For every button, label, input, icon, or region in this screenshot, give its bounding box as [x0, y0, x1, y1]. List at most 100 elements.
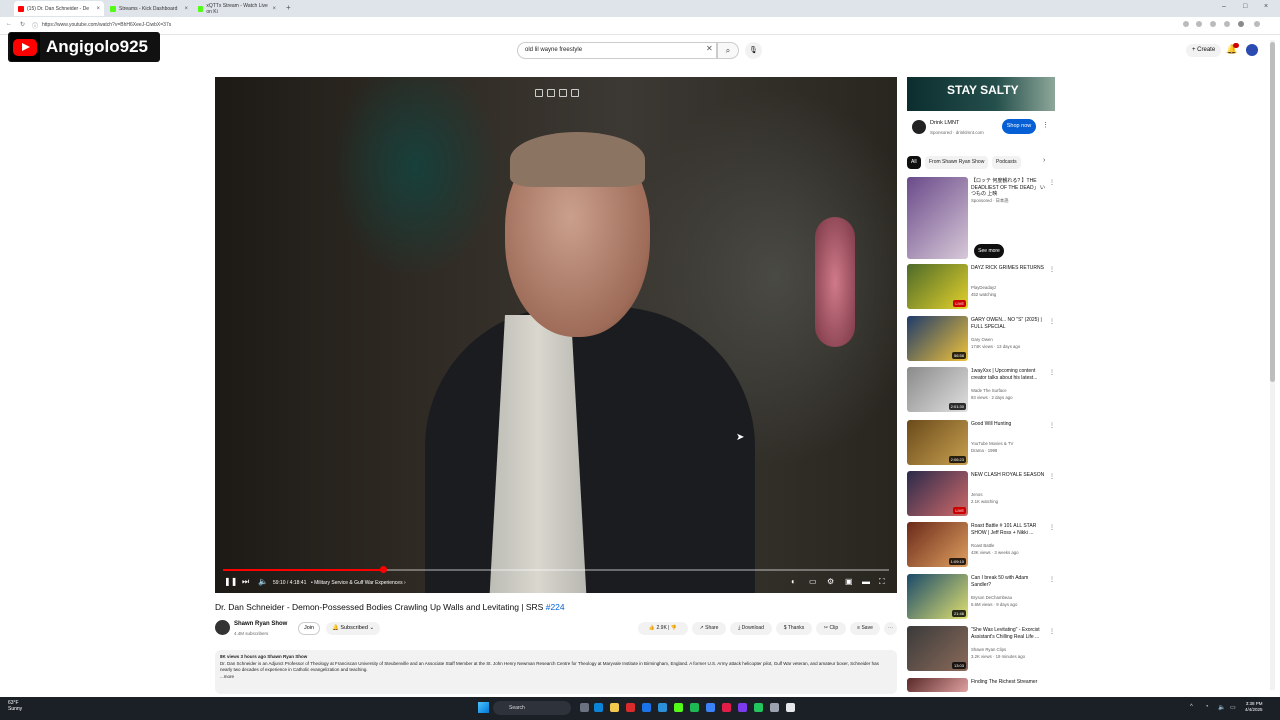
overlay-icon[interactable] [571, 89, 579, 97]
close-tab-icon[interactable]: × [272, 6, 276, 12]
app-icon[interactable] [722, 703, 731, 712]
video-menu-icon[interactable]: ⋮ [1049, 369, 1055, 376]
video-thumbnail[interactable] [907, 177, 968, 259]
subtitles-icon[interactable]: ▭ [809, 577, 817, 586]
thanks-button[interactable]: $ Thanks [776, 622, 812, 635]
app-icon[interactable] [690, 703, 699, 712]
video-thumbnail[interactable]: LIVE [907, 471, 968, 516]
tray-chevron-icon[interactable]: ^ [1190, 704, 1193, 710]
see-more-button[interactable]: See more [974, 244, 1004, 258]
channel-avatar[interactable] [215, 620, 230, 635]
video-menu-icon[interactable]: ⋮ [1049, 473, 1055, 480]
chip-podcasts[interactable]: Podcasts [992, 156, 1021, 169]
app-icon[interactable] [738, 703, 747, 712]
channel-name[interactable]: Gary Owen [971, 337, 1045, 343]
system-clock[interactable]: 3:38 PM 4/4/2025 [1245, 701, 1263, 713]
theater-mode-icon[interactable]: ▬ [862, 577, 870, 586]
voice-search-icon[interactable]: 🎙 [745, 42, 762, 59]
advertiser-logo[interactable] [912, 120, 926, 134]
video-thumbnail[interactable] [907, 678, 968, 692]
chrome-icon[interactable] [642, 703, 651, 712]
video-title[interactable]: 【ロッテ 何度観れる? 】THE DEADLIEST OF THE DEAD」 … [971, 178, 1045, 198]
volume-icon[interactable]: 🔈 [258, 577, 268, 586]
video-title[interactable]: Finding The Richest Streamer [971, 679, 1045, 686]
overlay-icon[interactable] [535, 89, 543, 97]
file-explorer-icon[interactable] [610, 703, 619, 712]
chapter-title[interactable]: • Military Service & Gulf War Experience… [311, 580, 406, 586]
video-title[interactable]: Roast Battle # 101 ALL STAR SHOW | Jeff … [971, 523, 1045, 536]
tab-kick-stream[interactable]: xQTTx Stream - Watch Live on Ki × [194, 1, 280, 16]
overlay-icon[interactable] [559, 89, 567, 97]
save-button[interactable]: ≡ Save [850, 622, 880, 635]
wifi-icon[interactable]: ◔ [1205, 704, 1209, 710]
site-info-icon[interactable]: ⓘ [32, 21, 38, 30]
weather-widget[interactable]: 63°F Sunny [8, 700, 22, 712]
video-title[interactable]: GARY OWEN... NO "S" (2025) | FULL SPECIA… [971, 317, 1045, 330]
description-box[interactable]: 8K views 3 hours ago Shawn Ryan Show Dr.… [215, 650, 897, 694]
video-thumbnail[interactable]: 21:46 [907, 574, 968, 619]
settings-gear-icon[interactable]: ⚙ [827, 577, 834, 586]
profile-icon[interactable] [1238, 21, 1244, 27]
overlay-icon[interactable] [547, 89, 555, 97]
chevron-right-icon[interactable]: › [1043, 157, 1045, 164]
join-button[interactable]: Join [298, 622, 320, 635]
autoplay-toggle-icon[interactable]: ◐ [791, 577, 796, 586]
close-window-icon[interactable]: × [1264, 3, 1268, 10]
video-thumbnail[interactable]: LIVE [907, 264, 968, 309]
video-title[interactable]: Good Will Hunting [971, 421, 1045, 428]
back-icon[interactable]: ← [6, 21, 12, 27]
channel-name[interactable]: Jenos [971, 492, 1045, 498]
app-icon[interactable] [770, 703, 779, 712]
windows-start-icon[interactable] [478, 702, 489, 713]
progress-bar[interactable] [223, 566, 889, 573]
ad-banner[interactable]: STAY SALTY [907, 77, 1055, 111]
fullscreen-icon[interactable]: ⛶ [879, 577, 885, 587]
menu-icon[interactable] [1254, 21, 1260, 27]
speaker-icon[interactable]: 🔈 [1218, 704, 1225, 711]
video-thumbnail[interactable]: 13:03 [907, 626, 968, 671]
close-tab-icon[interactable]: × [184, 6, 188, 12]
battery-icon[interactable]: ▭ [1230, 704, 1236, 711]
scrubber-handle[interactable] [379, 566, 387, 573]
task-view-icon[interactable] [580, 703, 589, 712]
tab-youtube[interactable]: (15) Dr. Dan Schneider - De × [14, 1, 104, 16]
app-icon[interactable] [754, 703, 763, 712]
tab-kick-dashboard[interactable]: Streams - Kick Dashboard × [106, 1, 192, 16]
maximize-icon[interactable]: □ [1243, 3, 1247, 10]
scrollbar-thumb[interactable] [1270, 42, 1275, 382]
channel-name[interactable]: Bryson DeChambeau [971, 595, 1045, 601]
app-icon[interactable] [706, 703, 715, 712]
video-menu-icon[interactable]: ⋮ [1049, 266, 1055, 273]
video-thumbnail[interactable]: 2:01:30 [907, 367, 968, 412]
clear-search-icon[interactable]: ✕ [706, 44, 713, 53]
video-title[interactable]: 1wayXxx | Upcoming content creator talks… [971, 368, 1045, 381]
extension-icon[interactable] [1210, 21, 1216, 27]
video-player[interactable]: ❚❚ ⏭ 🔈 59:10 / 4:18:41 • Military Servic… [215, 77, 897, 593]
reload-icon[interactable]: ↻ [20, 21, 25, 28]
app-icon[interactable] [626, 703, 635, 712]
video-menu-icon[interactable]: ⋮ [1049, 179, 1055, 186]
video-menu-icon[interactable]: ⋮ [1049, 576, 1055, 583]
ad-more-icon[interactable]: ⋮ [1042, 121, 1049, 129]
channel-name[interactable]: Roast Battle [971, 543, 1045, 549]
channel-name[interactable]: Shawn Ryan Show [234, 621, 287, 627]
pause-icon[interactable]: ❚❚ [224, 577, 237, 586]
video-title[interactable]: NEW CLASH ROYALE SEASON [971, 472, 1045, 479]
subscribed-button[interactable]: 🔔 Subscribed ⌄ [326, 622, 381, 635]
download-icon[interactable] [1224, 21, 1230, 27]
channel-name[interactable]: PlayDeadayz [971, 285, 1045, 291]
download-button[interactable]: ⤓ Download [730, 622, 772, 635]
create-button[interactable]: + Create [1186, 44, 1222, 57]
video-title[interactable]: DAYZ RICK GRIMES RETURNS [971, 265, 1045, 272]
advertiser-name[interactable]: Drink LMNT [930, 120, 959, 126]
new-tab-button[interactable]: + [286, 3, 291, 12]
video-menu-icon[interactable]: ⋮ [1049, 524, 1055, 531]
search-input[interactable]: old lil wayne freestyle [517, 42, 717, 59]
chip-all[interactable]: All [907, 156, 921, 169]
video-menu-icon[interactable]: ⋮ [1049, 318, 1055, 325]
app-icon[interactable] [658, 703, 667, 712]
app-icon[interactable] [674, 703, 683, 712]
account-avatar[interactable] [1246, 44, 1258, 56]
taskbar-search[interactable]: Search [493, 701, 571, 715]
channel-name[interactable]: YouTube Movies & TV [971, 441, 1045, 447]
